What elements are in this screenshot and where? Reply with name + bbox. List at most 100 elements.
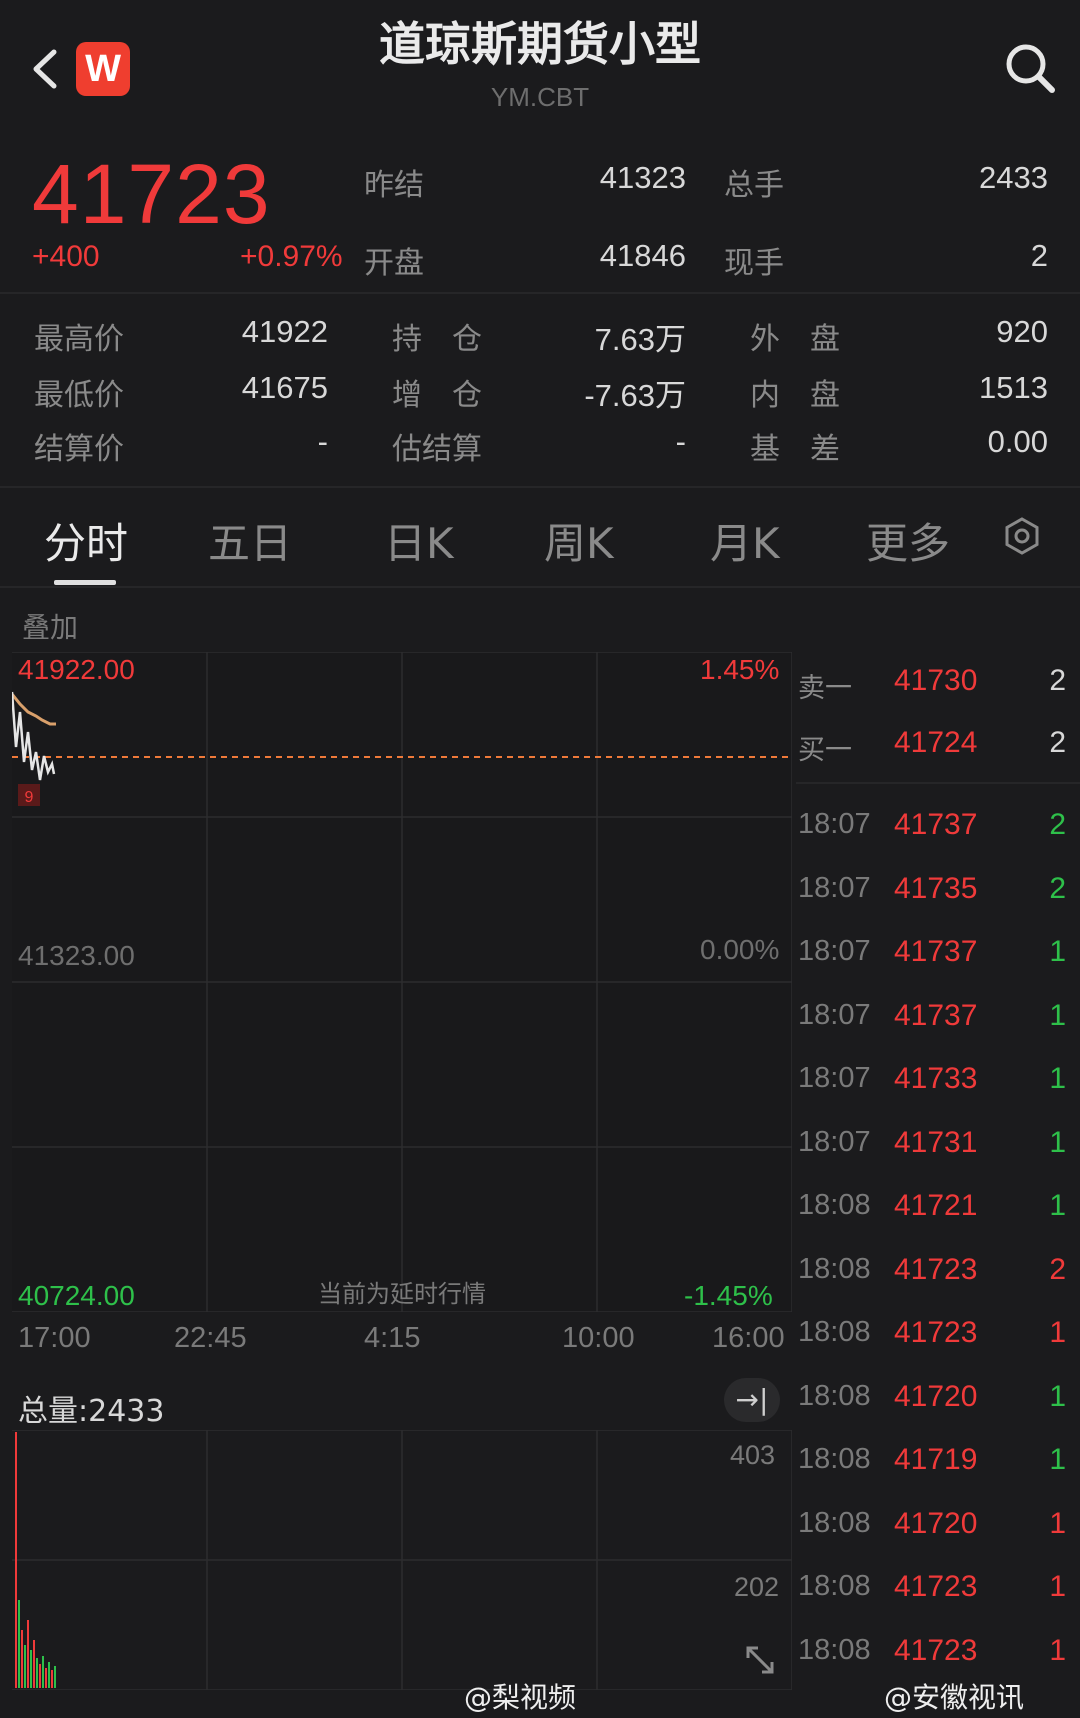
- tab-intraday[interactable]: 分时: [44, 510, 128, 571]
- trade-qty: 1: [1049, 1506, 1066, 1540]
- page-title: 道琼斯期货小型: [379, 17, 701, 71]
- chart-top-pct: 1.45%: [700, 654, 780, 685]
- settings-icon[interactable]: [1002, 516, 1042, 556]
- high-label: 最高价: [34, 322, 124, 357]
- trade-qty: 1: [1049, 1633, 1066, 1667]
- volume-scale-mid: 202: [734, 1572, 780, 1602]
- trade-time: 18:07: [798, 1125, 871, 1158]
- last-volume-label: 现手: [724, 246, 784, 281]
- prev-settle-label: 昨结: [364, 168, 424, 203]
- outer-label: 外 盘: [750, 322, 840, 357]
- trade-price: 41723: [894, 1570, 978, 1603]
- trade-price: 41735: [894, 871, 978, 905]
- divider: [0, 586, 1080, 588]
- trade-row: 18:08 41721 1: [796, 1177, 1076, 1237]
- trade-price: 41723: [894, 1316, 978, 1349]
- time-tick: 17:00: [18, 1322, 91, 1354]
- time-tick: 10:00: [562, 1322, 635, 1354]
- trade-time: 18:08: [798, 1506, 871, 1539]
- trade-row: 18:08 41723 1: [796, 1622, 1076, 1682]
- time-tick: 4:15: [364, 1322, 421, 1354]
- trade-time: 18:08: [798, 1570, 871, 1602]
- trade-row: 18:07 41731 1: [796, 1114, 1076, 1174]
- bid-qty: 2: [1049, 726, 1066, 759]
- watermark: @梨视频: [464, 1681, 577, 1714]
- chart-mid-price: 41323.00: [18, 940, 135, 971]
- overlay-button[interactable]: 叠加: [22, 606, 78, 646]
- total-volume-label: 总手: [724, 168, 784, 203]
- ask-row: 卖一 41730 2: [796, 652, 1076, 712]
- trade-time: 18:08: [798, 1189, 871, 1221]
- est-settle-value: -: [675, 424, 686, 459]
- trade-qty: 1: [1049, 1443, 1066, 1476]
- est-settle-label: 估结算: [392, 432, 482, 467]
- watermark: @安徽视讯: [884, 1681, 1025, 1714]
- tab-daily-k[interactable]: 日K: [384, 510, 454, 571]
- trade-qty: 2: [1049, 808, 1066, 841]
- trade-price: 41719: [894, 1443, 978, 1476]
- divider: [0, 292, 1080, 294]
- price-change-pct: +0.97%: [240, 240, 343, 273]
- tab-monthly-k[interactable]: 月K: [710, 510, 780, 571]
- trade-price: 41721: [894, 1189, 978, 1222]
- divider: [796, 782, 1080, 784]
- trade-time: 18:07: [798, 808, 871, 840]
- prev-settle-value: 41323: [599, 160, 686, 195]
- tab-more[interactable]: 更多: [866, 510, 950, 571]
- price-change: +400: [32, 240, 100, 273]
- inner-label: 内 盘: [750, 378, 840, 413]
- bid-label: 买一: [798, 735, 852, 766]
- fullscreen-icon[interactable]: [740, 1640, 780, 1680]
- trade-row: 18:08 41720 1: [796, 1368, 1076, 1428]
- trade-price: 41723: [894, 1252, 978, 1286]
- basis-label: 基 差: [750, 432, 840, 467]
- volume-chart: [12, 1430, 792, 1690]
- trade-price: 41720: [894, 1506, 978, 1540]
- trade-row: 18:08 41723 1: [796, 1558, 1076, 1618]
- trade-row: 18:08 41719 1: [796, 1431, 1076, 1491]
- tab-five-day[interactable]: 五日: [208, 510, 292, 571]
- chart-top-price: 41922.00: [18, 654, 135, 685]
- low-value: 41675: [241, 370, 328, 405]
- settle-value: -: [317, 424, 328, 459]
- trade-qty: 1: [1049, 1189, 1066, 1222]
- arrow-to-right-icon[interactable]: →|: [724, 1378, 780, 1422]
- chart-bottom-pct: -1.45%: [684, 1280, 773, 1311]
- trade-row: 18:07 41733 1: [796, 1050, 1076, 1110]
- total-volume-indicator: 总量:2433: [18, 1394, 165, 1429]
- trade-row: 18:07 41737 1: [796, 987, 1076, 1047]
- volume-scale-top: 403: [730, 1440, 776, 1470]
- chart-bottom-price: 40724.00: [18, 1280, 135, 1311]
- trade-price: 41737: [894, 935, 978, 968]
- low-label: 最低价: [34, 378, 124, 413]
- trade-time: 18:08: [798, 1633, 871, 1666]
- inner-value: 1513: [979, 370, 1048, 405]
- high-value: 41922: [241, 314, 328, 349]
- trade-qty: 1: [1049, 998, 1066, 1032]
- settle-label: 结算价: [34, 432, 124, 467]
- trade-price: 41733: [894, 1062, 978, 1095]
- chart-mid-pct: 0.00%: [700, 934, 780, 965]
- trade-time: 18:07: [798, 871, 871, 904]
- trade-time: 18:08: [798, 1252, 871, 1285]
- ask-label: 卖一: [798, 673, 852, 704]
- tab-weekly-k[interactable]: 周K: [544, 510, 614, 571]
- trade-time: 18:08: [798, 1316, 871, 1348]
- trade-qty: 2: [1049, 1252, 1066, 1286]
- trade-qty: 2: [1049, 871, 1066, 905]
- search-icon[interactable]: [1002, 40, 1058, 96]
- bid-price: 41724: [894, 726, 978, 759]
- trade-price: 41723: [894, 1633, 978, 1667]
- open-label: 开盘: [364, 246, 424, 281]
- trade-qty: 1: [1049, 1570, 1066, 1603]
- open-value: 41846: [599, 238, 686, 273]
- basis-value: 0.00: [987, 424, 1048, 459]
- oi-change-label: 增 仓: [392, 378, 482, 413]
- last-volume-value: 2: [1030, 238, 1048, 273]
- intraday-chart[interactable]: 9: [12, 652, 792, 1312]
- oi-change-value: -7.63万: [584, 378, 686, 413]
- trade-price: 41737: [894, 998, 978, 1032]
- trade-row: 18:07 41737 1: [796, 923, 1076, 983]
- ask-qty: 2: [1049, 664, 1066, 697]
- total-volume-value: 2433: [979, 160, 1048, 195]
